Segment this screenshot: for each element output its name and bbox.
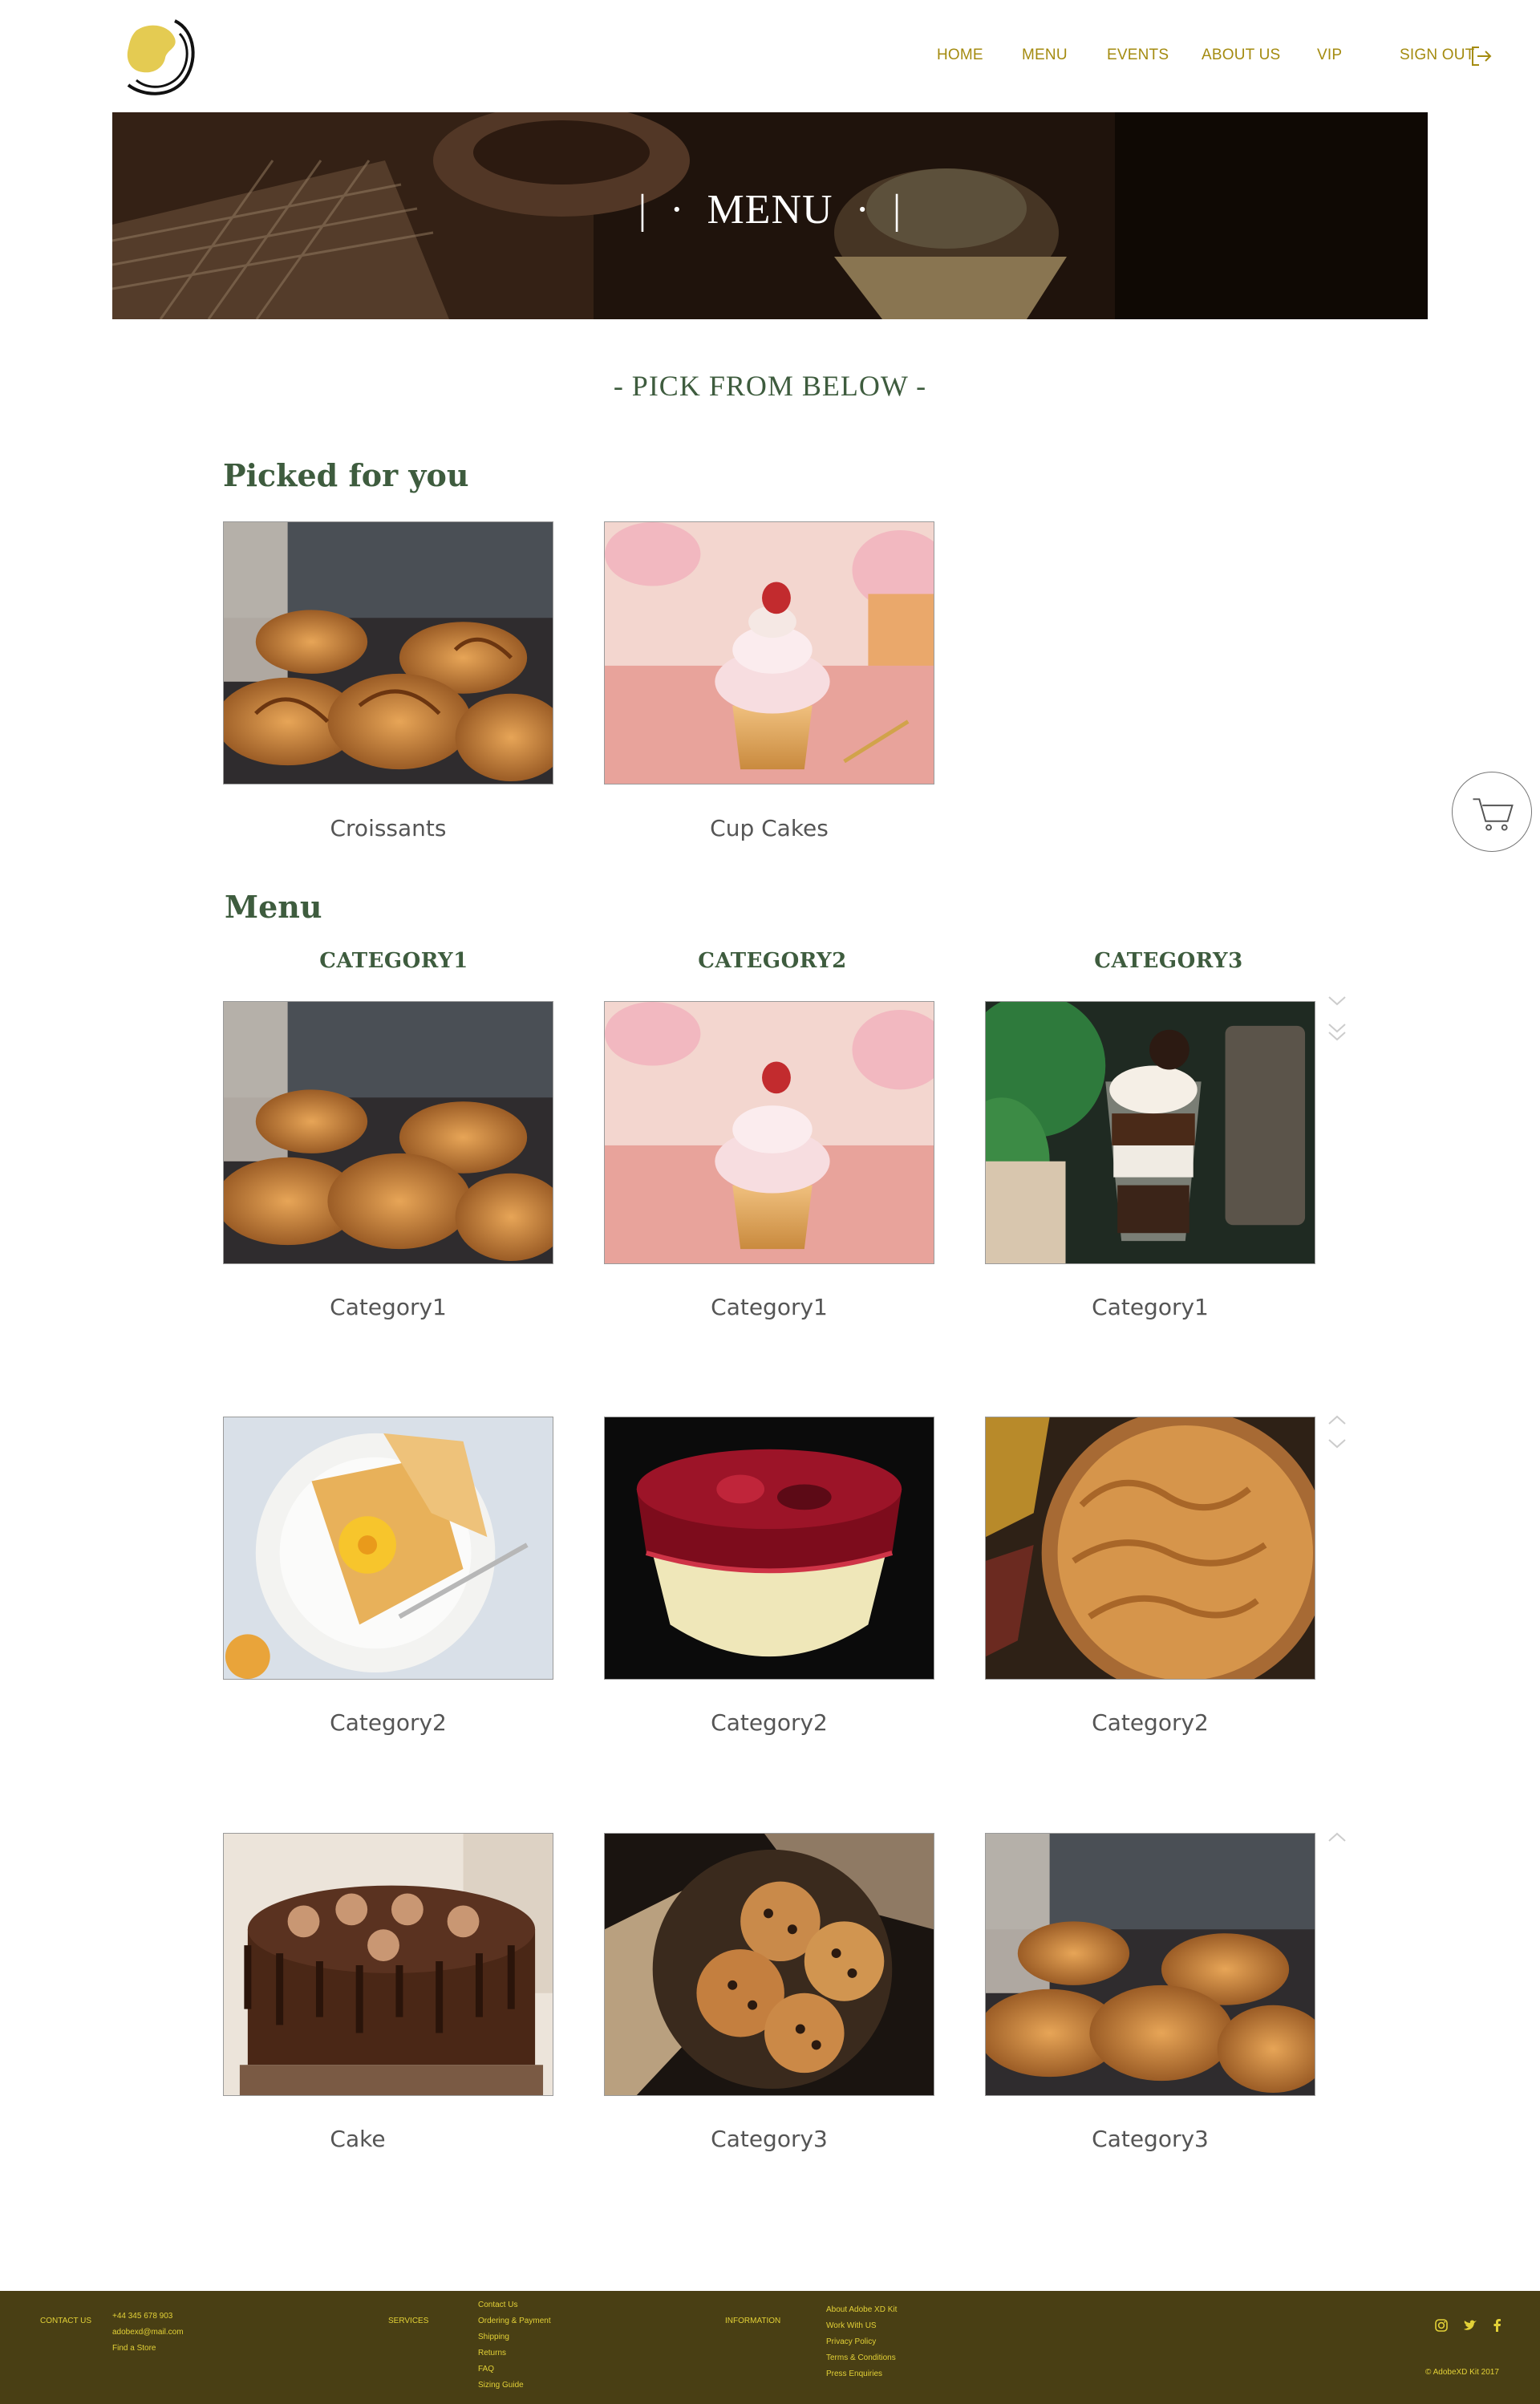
nav-home[interactable]: HOME	[937, 47, 983, 64]
menu-title: Menu	[225, 889, 322, 925]
sign-out-link[interactable]: SIGN OUT	[1400, 47, 1474, 64]
nav-vip[interactable]: VIP	[1317, 47, 1342, 64]
picked-item-croissants[interactable]	[223, 521, 553, 784]
chevron-down-icon[interactable]	[1327, 995, 1347, 1011]
cart-button[interactable]	[1452, 772, 1532, 852]
menu-caption: Category2	[330, 1709, 447, 1736]
footer-copyright: © AdobeXD Kit 2017	[1425, 2368, 1499, 2377]
menu-caption: Category2	[1092, 1709, 1209, 1736]
menu-caption: Category3	[1092, 2126, 1209, 2152]
category-header-3[interactable]: CATEGORY3	[1003, 949, 1334, 973]
footer-services-label: SERVICES	[388, 2317, 429, 2325]
footer-link[interactable]: Terms & Conditions	[826, 2353, 896, 2362]
footer-find-store[interactable]: Find a Store	[112, 2344, 156, 2353]
picked-for-you-title: Picked for you	[223, 457, 469, 493]
nav-about-us[interactable]: ABOUT US	[1202, 47, 1280, 64]
pick-heading: - PICK FROM BELOW -	[613, 370, 927, 402]
instagram-icon[interactable]	[1434, 2318, 1449, 2333]
logo[interactable]	[119, 13, 202, 98]
chevron-up-icon[interactable]	[1327, 1413, 1347, 1430]
menu-caption: Cake	[330, 2126, 386, 2152]
category-header-1[interactable]: CATEGORY1	[229, 949, 559, 973]
footer-link[interactable]: Sizing Guide	[478, 2381, 524, 2390]
footer-information-label: INFORMATION	[725, 2317, 781, 2325]
footer-link[interactable]: About Adobe XD Kit	[826, 2305, 897, 2314]
menu-item-chocolate-cake[interactable]	[223, 1833, 553, 2096]
footer: CONTACT US +44 345 678 903 adobexd@mail.…	[0, 2291, 1540, 2404]
menu-caption: Category1	[1092, 1294, 1209, 1320]
picked-caption-croissants: Croissants	[330, 815, 447, 841]
sign-out-icon[interactable]	[1469, 44, 1493, 68]
footer-link[interactable]: Work With US	[826, 2321, 877, 2330]
menu-item-crepes[interactable]	[223, 1417, 553, 1680]
footer-link[interactable]: Contact Us	[478, 2301, 517, 2309]
menu-caption: Category1	[330, 1294, 447, 1320]
picked-caption-cupcakes: Cup Cakes	[710, 815, 829, 841]
footer-contact-label: CONTACT US	[40, 2317, 92, 2325]
hero-title: | · MENU · |	[638, 187, 902, 233]
footer-phone[interactable]: +44 345 678 903	[112, 2312, 172, 2321]
menu-item-parfait[interactable]	[985, 1001, 1315, 1264]
footer-link[interactable]: FAQ	[478, 2365, 494, 2374]
picked-item-cupcakes[interactable]	[604, 521, 934, 784]
chevron-up-icon[interactable]	[1327, 1830, 1347, 1847]
menu-item-croissants-2[interactable]	[985, 1833, 1315, 2096]
twitter-icon[interactable]	[1463, 2318, 1477, 2333]
menu-item-pie[interactable]	[985, 1417, 1315, 1680]
menu-item-cherry-dessert[interactable]	[604, 1417, 934, 1680]
facebook-icon[interactable]	[1490, 2318, 1505, 2333]
menu-item-croissants[interactable]	[223, 1001, 553, 1264]
footer-link[interactable]: Shipping	[478, 2333, 509, 2341]
footer-link[interactable]: Privacy Policy	[826, 2337, 876, 2346]
menu-item-cupcake[interactable]	[604, 1001, 934, 1264]
category-header-2[interactable]: CATEGORY2	[607, 949, 938, 973]
hero-banner: | · MENU · |	[112, 112, 1428, 319]
chevron-down-icon[interactable]	[1327, 1437, 1347, 1454]
cart-icon	[1473, 798, 1514, 831]
menu-caption: Category1	[711, 1294, 828, 1320]
menu-caption: Category3	[711, 2126, 828, 2152]
footer-email[interactable]: adobexd@mail.com	[112, 2328, 184, 2337]
footer-link[interactable]: Ordering & Payment	[478, 2317, 551, 2325]
menu-item-cookies[interactable]	[604, 1833, 934, 2096]
double-chevron-down-icon[interactable]	[1327, 1022, 1347, 1047]
footer-link[interactable]: Returns	[478, 2349, 506, 2357]
nav-events[interactable]: EVENTS	[1107, 47, 1169, 64]
menu-caption: Category2	[711, 1709, 828, 1736]
footer-link[interactable]: Press Enquiries	[826, 2370, 882, 2378]
nav-menu[interactable]: MENU	[1022, 47, 1068, 64]
